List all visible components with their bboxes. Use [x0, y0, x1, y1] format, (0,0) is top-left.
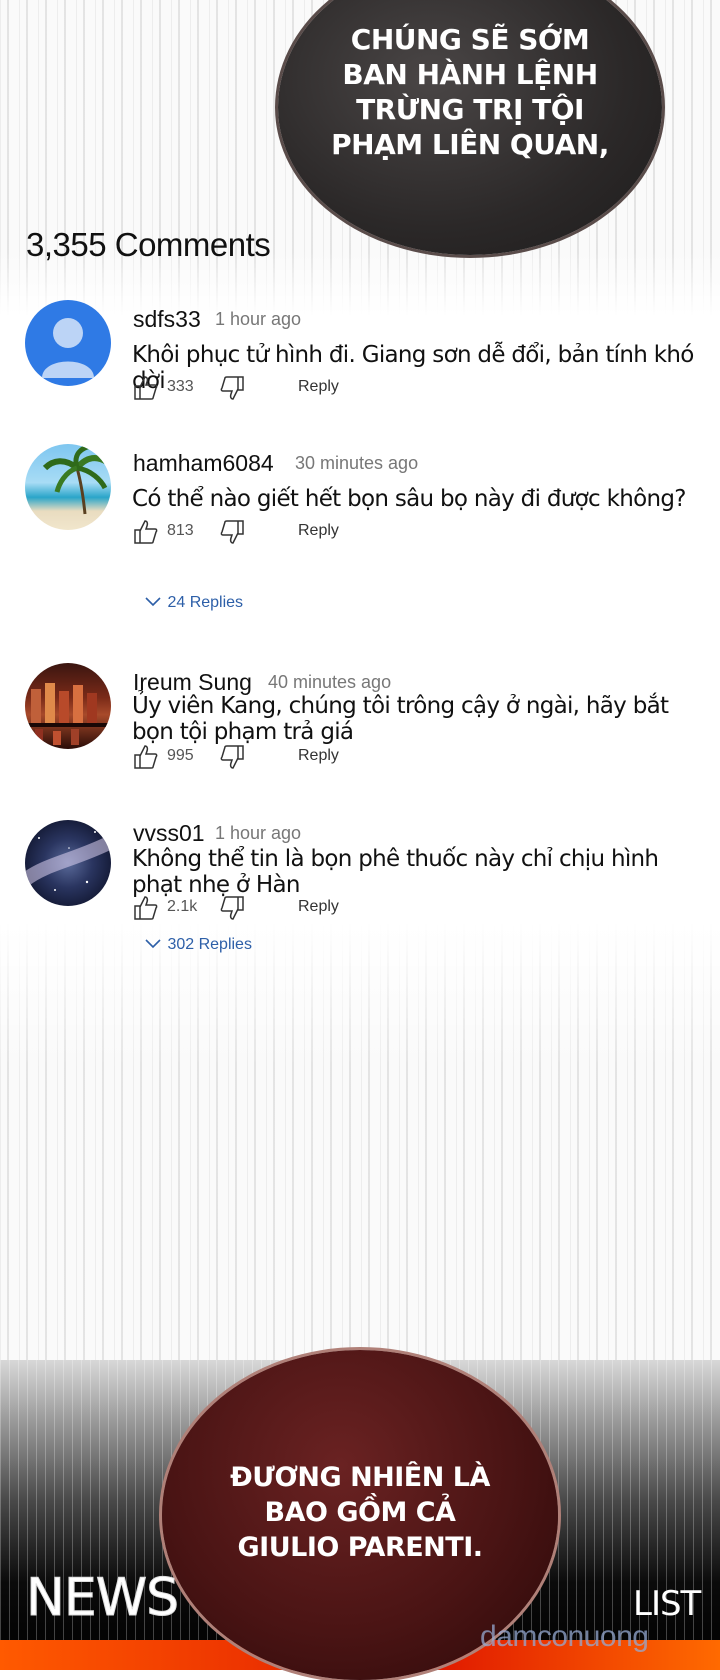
thumbs-down-icon[interactable]: [219, 519, 245, 545]
comment-timestamp: 40 minutes ago: [268, 672, 392, 692]
comment-text: Có thể nào giết hết bọn sâu bọ này đi đư…: [132, 486, 686, 512]
reply-button[interactable]: Reply: [298, 378, 339, 396]
speech-bubble-top-text: CHÚNG SẼ SỚM BAN HÀNH LỆNH TRỪNG TRỊ TỘI…: [300, 22, 640, 162]
comment-item: hamham6084 30 minutes ago Có thể nào giế…: [0, 444, 720, 611]
thumbs-up-icon[interactable]: [133, 519, 159, 545]
comment-timestamp: 1 hour ago: [215, 309, 302, 329]
bubble-line: PHẠM LIÊN QUAN,: [331, 128, 609, 161]
thumbs-up-icon[interactable]: [133, 744, 159, 770]
like-count: 333: [167, 378, 194, 395]
reply-button[interactable]: Reply: [298, 747, 339, 765]
replies-count: 24 Replies: [167, 594, 244, 611]
comment-actions: 813 Reply: [133, 519, 533, 549]
bubble-line: BAN HÀNH LỆNH: [342, 58, 598, 91]
default-person-icon: [42, 318, 94, 378]
comment-timestamp: 1 hour ago: [215, 823, 302, 843]
like-count: 813: [167, 522, 194, 539]
beach-palm-photo: [42, 444, 109, 515]
comments-count-heading: 3,355 Comments: [26, 226, 271, 263]
bubble-line: GIULIO PARENTI.: [237, 1532, 484, 1563]
comment-actions: 2.1k Reply: [133, 895, 533, 925]
bubble-line: TRỪNG TRỊ TỘI: [356, 93, 584, 126]
watermark: damconuong: [480, 1620, 649, 1653]
like-count: 995: [167, 747, 194, 764]
comment-item: sdfs33 1 hour ago Khôi phục tử hình đi. …: [0, 300, 720, 410]
chevron-down-icon: [145, 597, 161, 607]
comment-username[interactable]: hamham6084: [133, 450, 274, 477]
comment-text: Không thể tin là bọn phê thuốc này chỉ c…: [132, 846, 659, 898]
view-replies-link[interactable]: 302 Replies: [143, 936, 252, 954]
avatar[interactable]: [25, 663, 111, 749]
replies-count: 302 Replies: [167, 936, 252, 953]
comment-actions: 333 Reply: [133, 375, 533, 405]
thumbs-down-icon[interactable]: [219, 375, 245, 401]
comment-item: Ireum Sung 40 minutes ago Ủy viên Kang, …: [0, 663, 720, 773]
thumbs-down-icon[interactable]: [219, 744, 245, 770]
comment-username[interactable]: vvss01: [133, 820, 205, 847]
list-label: LIST: [633, 1584, 701, 1624]
avatar[interactable]: [25, 820, 111, 906]
bubble-line: BAO GỒM CẢ: [264, 1497, 456, 1528]
reply-button[interactable]: Reply: [298, 898, 339, 916]
chevron-down-icon: [145, 939, 161, 949]
thumbs-up-icon[interactable]: [133, 375, 159, 401]
news-logo: NEWS: [25, 1568, 179, 1629]
bubble-line: CHÚNG SẼ SỚM: [350, 23, 590, 56]
thumbs-down-icon[interactable]: [219, 895, 245, 921]
avatar[interactable]: [25, 300, 111, 386]
bubble-line: ĐƯƠNG NHIÊN LÀ: [230, 1462, 490, 1493]
comment-text: Ủy viên Kang, chúng tôi trông cậy ở ngài…: [132, 693, 669, 745]
reply-button[interactable]: Reply: [298, 522, 339, 540]
bar-bottles-photo: [25, 683, 111, 745]
comment-actions: 995 Reply: [133, 744, 533, 774]
comment-username[interactable]: sdfs33: [133, 306, 201, 333]
speech-bubble-bottom-text: ĐƯƠNG NHIÊN LÀ BAO GỒM CẢ GIULIO PARENTI…: [180, 1460, 540, 1565]
comment-username[interactable]: Ireum Sung: [133, 669, 252, 696]
thumbs-up-icon[interactable]: [133, 895, 159, 921]
comment-timestamp: 30 minutes ago: [295, 453, 419, 473]
night-sky-photo: [25, 831, 111, 891]
comment-item: vvss01 1 hour ago Không thể tin là bọn p…: [0, 820, 720, 960]
view-replies-link[interactable]: 24 Replies: [143, 594, 243, 612]
like-count: 2.1k: [167, 898, 198, 915]
avatar[interactable]: [25, 444, 111, 530]
